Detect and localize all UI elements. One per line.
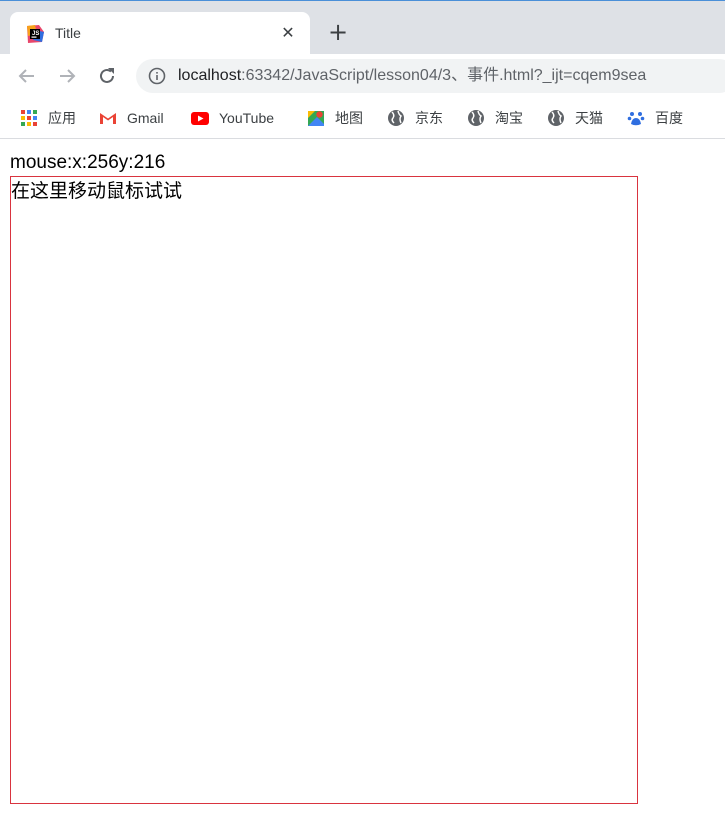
mouse-coordinate-readout: mouse:x:256y:216 [10,152,166,173]
bookmark-label: 百度 [655,110,683,126]
tab-close-button[interactable]: ✕ [278,23,298,43]
tracking-area-label: 在这里移动鼠标试试 [11,180,183,202]
apps-grid-icon [21,110,37,126]
bookmark-label: 淘宝 [495,110,523,126]
info-icon[interactable] [148,67,166,85]
svg-text:JS: JS [32,31,39,37]
url-host: localhost [178,67,242,84]
baidu-paw-icon [627,112,645,126]
globe-icon [548,110,564,126]
gmail-icon [100,113,116,124]
bookmark-label: 京东 [415,110,443,126]
back-arrow-icon[interactable] [16,65,38,87]
url-text[interactable]: localhost:63342/JavaScript/lesson04/3、事件… [178,66,646,86]
bookmark-label: 地图 [335,110,363,126]
youtube-icon [191,112,209,125]
page-content: mouse:x:256y:216 在这里移动鼠标试试 [0,140,725,836]
bookmark-label: 应用 [48,110,76,126]
globe-icon [388,110,404,126]
tab-title-tab[interactable]: JS Title ✕ [10,12,310,55]
intellij-icon: JS [27,25,44,43]
bookmark-label: Gmail [127,110,164,126]
globe-icon [468,110,484,126]
tab-strip: JS Title ✕ + [0,0,725,55]
mouse-tracking-area[interactable]: 在这里移动鼠标试试 [10,176,638,804]
bookmark-label: 天猫 [575,110,603,126]
forward-arrow-icon[interactable] [56,65,78,87]
bookmark-label: YouTube [219,110,275,126]
tab-title: Title [55,25,81,41]
url-path: :63342/JavaScript/lesson04/3、事件.html?_ij… [241,67,647,84]
bookmarks-bar: 应用 Gmail YouTube 地图 京东 淘宝 天猫 百度 [0,99,725,139]
new-tab-button[interactable]: + [326,20,350,45]
maps-icon [308,111,324,126]
reload-icon[interactable] [96,65,118,87]
